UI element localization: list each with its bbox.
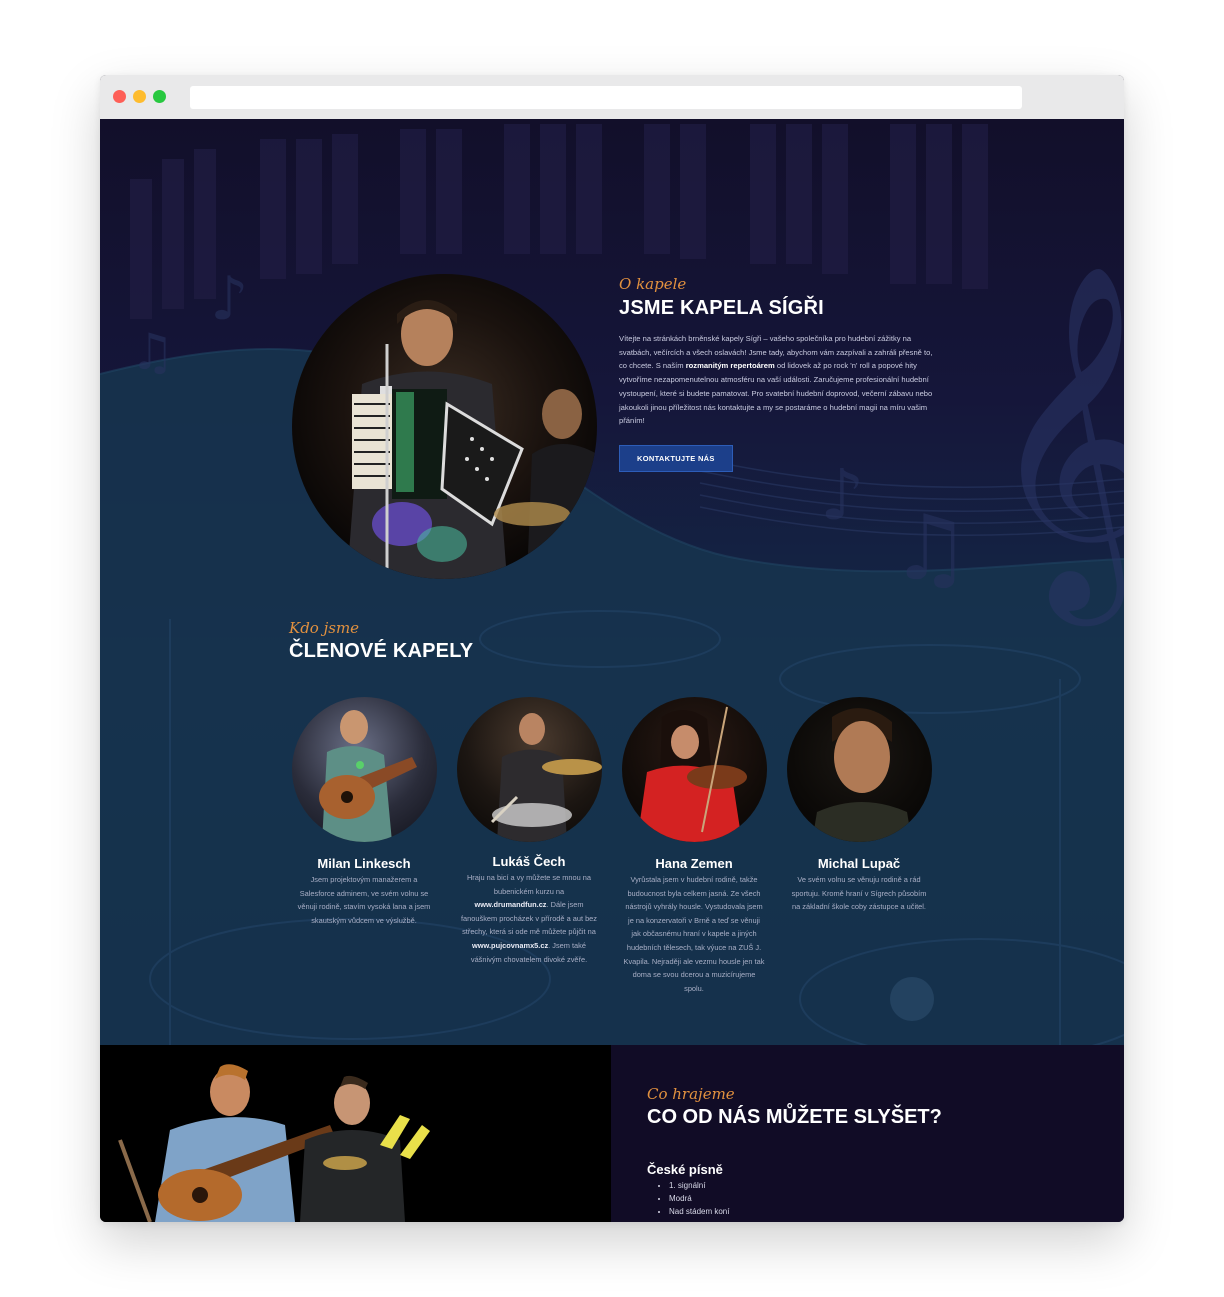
page-viewport: 𝄞 ♪ ♫ ♪ ♫ O kapele JSME KAPELA SÍGŘI Vít… — [100, 119, 1124, 1222]
close-dot-icon[interactable] — [113, 90, 126, 103]
svg-text:♫: ♫ — [130, 323, 175, 381]
member-card-michal: Michal Lupač Ve svém volnu se věnuju rod… — [784, 697, 934, 914]
member-photo — [786, 697, 932, 842]
repertoire-kicker: Co hrajeme — [647, 1085, 735, 1103]
song-item: Nad stádem koní — [669, 1205, 729, 1218]
band-duo-photo — [118, 1064, 430, 1222]
treble-clef-icon: 𝄞 — [985, 261, 1124, 628]
repertoire-title: CO OD NÁS MŮŽETE SLYŠET? — [647, 1106, 942, 1128]
about-title: JSME KAPELA SÍGŘI — [619, 297, 824, 319]
song-group-title: České písně — [647, 1162, 723, 1177]
members-header: Kdo jsme ČLENOVÉ KAPELY — [289, 619, 473, 663]
member-bio: Hraju na bicí a vy můžete se mnou na bub… — [454, 871, 604, 966]
repertoire-section: Co hrajeme CO OD NÁS MŮŽETE SLYŠET? Česk… — [611, 1045, 1124, 1222]
member-bio: Ve svém volnu se věnuju rodině a rád spo… — [791, 875, 927, 912]
member-name: Milan Linkesch — [317, 856, 411, 871]
about-block: O kapele JSME KAPELA SÍGŘI Vítejte na st… — [619, 275, 939, 472]
hero-band-photo — [292, 274, 597, 579]
about-text: Vítejte na stránkách brněnské kapely Síg… — [619, 332, 939, 428]
member-photo — [456, 697, 602, 842]
band-photo-section — [100, 1045, 611, 1222]
about-text-part: od lidovek až po rock 'n' roll a popové … — [619, 361, 933, 426]
pujcovna-link[interactable]: www.pujcovnamx5.cz — [472, 941, 548, 950]
maximize-dot-icon[interactable] — [153, 90, 166, 103]
member-bio: Vyrůstala jsem v hudební rodině, takže b… — [623, 875, 765, 993]
browser-toolbar — [100, 75, 1124, 119]
address-bar[interactable] — [190, 86, 1022, 109]
contact-us-button[interactable]: KONTAKTUJTE NÁS — [619, 444, 733, 472]
song-list: 1. signální Modrá Nad stádem koní — [647, 1179, 729, 1218]
member-name: Hana Zemen — [655, 856, 733, 871]
background-decoration: 𝄞 ♪ ♫ ♪ ♫ — [100, 124, 1124, 1045]
minimize-dot-icon[interactable] — [133, 90, 146, 103]
song-item: 1. signální — [669, 1179, 729, 1192]
song-item: Modrá — [669, 1192, 729, 1205]
song-group: České písně 1. signální Modrá Nad stádem… — [647, 1162, 729, 1218]
member-card-lukas: Lukáš Čech Hraju na bicí a vy můžete se … — [454, 697, 604, 966]
member-bio: Jsem projektovým manažerem a Salesforce … — [297, 875, 431, 925]
member-bio-part: Hraju na bicí a vy můžete se mnou na bub… — [466, 873, 592, 896]
members-kicker: Kdo jsme — [289, 619, 360, 637]
hero-section: 𝄞 ♪ ♫ ♪ ♫ O kapele JSME KAPELA SÍGŘI Vít… — [100, 119, 1124, 1045]
about-kicker: O kapele — [619, 275, 687, 293]
member-name: Michal Lupač — [817, 856, 901, 871]
member-card-milan: Milan Linkesch Jsem projektovým manažere… — [289, 697, 439, 927]
members-title: ČLENOVÉ KAPELY — [289, 640, 474, 662]
drumandfun-link[interactable]: www.drumandfun.cz — [475, 900, 547, 909]
repertoire-header: Co hrajeme CO OD NÁS MŮŽETE SLYŠET? — [647, 1085, 942, 1129]
member-name: Lukáš Čech — [492, 854, 566, 869]
svg-text:♪: ♪ — [210, 264, 248, 334]
member-photo — [291, 697, 437, 842]
member-photo — [621, 697, 767, 842]
member-card-hana: Hana Zemen Vyrůstala jsem v hudební rodi… — [619, 697, 769, 995]
svg-text:♫: ♫ — [890, 496, 971, 601]
about-text-bold: rozmanitým repertoárem — [685, 361, 775, 371]
browser-window: 𝄞 ♪ ♫ ♪ ♫ O kapele JSME KAPELA SÍGŘI Vít… — [100, 75, 1124, 1222]
